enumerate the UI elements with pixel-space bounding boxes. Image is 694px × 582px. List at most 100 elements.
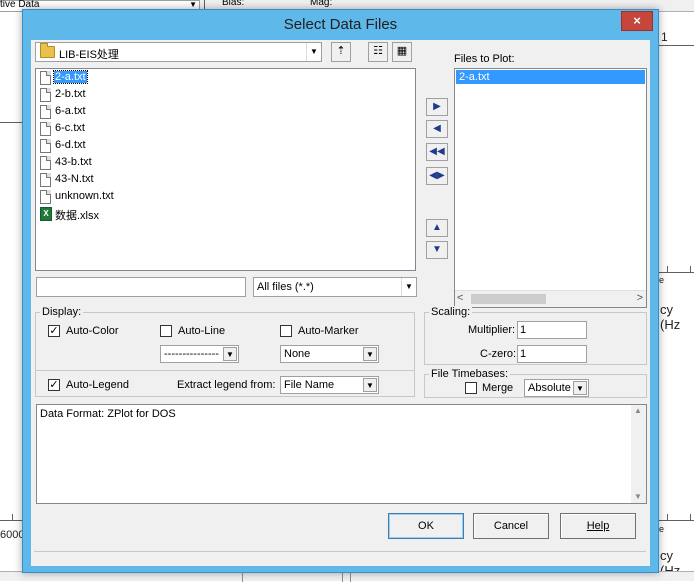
plot-tick [690,266,691,272]
arrow-right-icon: ▶ [433,101,441,112]
file-item[interactable]: 43-N.txt [38,172,158,188]
auto-legend-checkbox[interactable]: ✓ [48,379,60,391]
file-name: 43-b.txt [55,156,92,168]
remove-all-button[interactable]: ◀◀ [426,143,448,161]
folder-name: LIB-EIS处理 [59,49,119,61]
details-view-button[interactable]: ▦ [392,42,412,62]
file-name: unknown.txt [55,190,114,202]
scaling-group: Scaling: Multiplier: 1 C-zero: 1 [424,306,647,365]
extract-legend-label: Extract legend from: [177,379,276,391]
file-timebases-group: File Timebases: Merge Absolute ▼ [424,368,647,398]
auto-line-checkbox[interactable] [160,325,172,337]
file-item[interactable]: 2-a.txt [38,70,158,86]
text-file-icon [40,173,51,187]
dialog-title: Select Data Files [283,16,398,33]
file-item[interactable]: 6-a.txt [38,104,158,120]
plot-file-item[interactable]: 2-a.txt [456,70,645,84]
file-item[interactable]: 43-b.txt [38,155,158,171]
auto-color-checkbox[interactable]: ✓ [48,325,60,337]
scroll-up-icon[interactable]: ▲ [634,406,642,415]
chevron-down-icon: ▼ [189,0,197,9]
chevron-down-icon: ▼ [306,43,321,61]
excel-file-icon: X [40,207,52,221]
add-file-button[interactable]: ▶ [426,98,448,116]
text-file-icon [40,156,51,170]
extract-legend-combo[interactable]: File Name ▼ [280,376,379,394]
multiplier-input[interactable]: 1 [517,321,587,339]
double-arrow-left-icon: ◀◀ [429,146,445,157]
merge-checkbox[interactable] [465,382,477,394]
timebase-mode-combo[interactable]: Absolute ▼ [524,379,589,397]
text-file-icon [40,71,51,85]
file-item[interactable]: 2-b.txt [38,87,158,103]
display-group: Display: ✓ Auto-Color Auto-Line Auto-Mar… [35,306,415,397]
file-list[interactable]: 2-a.txt 2-b.txt 6-a.txt 6-c.txt 6-d.txt … [35,68,416,271]
plot-tick [12,514,13,520]
file-item[interactable]: unknown.txt [38,189,158,205]
file-item[interactable]: X 数据.xlsx [38,206,158,222]
plot-tick [667,266,668,272]
marker-combo[interactable]: None ▼ [280,345,379,363]
swap-arrows-icon: ◀▶ [429,170,445,181]
remove-file-button[interactable]: ◀ [426,120,448,138]
move-up-button[interactable]: ▲ [426,219,448,237]
extract-legend-value: File Name [284,379,335,391]
background-number: 1 [661,30,668,44]
cancel-button[interactable]: Cancel [473,513,549,539]
ok-button[interactable]: OK [388,513,464,539]
list-view-icon: ☷ [373,45,383,57]
file-timebases-label: File Timebases: [429,368,511,380]
swap-button[interactable]: ◀▶ [426,167,448,185]
auto-marker-checkbox[interactable] [280,325,292,337]
axis-tick-label: e [659,275,665,285]
merge-label: Merge [482,382,514,394]
plot-tick [690,514,691,520]
up-folder-button[interactable]: ⇡ [331,42,351,62]
scroll-down-icon[interactable]: ▼ [634,492,642,501]
line-style-combo[interactable]: --------------- ▼ [160,345,239,363]
close-button[interactable]: × [621,11,653,31]
close-icon: × [633,13,641,28]
text-file-icon [40,105,51,119]
plot-axis-line [0,122,22,123]
list-view-button[interactable]: ☷ [368,42,388,62]
dialog-client-area: LIB-EIS处理 ▼ ⇡ ☷ ▦ 2-a.txt 2-b.txt 6-a.tx… [31,40,650,566]
scroll-left-icon[interactable]: < [457,292,463,304]
folder-icon [40,43,55,58]
plot-tick [667,514,668,520]
select-data-files-dialog: Select Data Files × LIB-EIS处理 ▼ ⇡ ☷ ▦ 2-… [22,9,659,573]
display-divider [36,370,414,371]
file-name: 数据.xlsx [55,210,99,222]
axis-tick-label: 6000 [0,529,25,541]
scroll-right-icon[interactable]: > [637,292,643,304]
file-type-filter[interactable]: All files (*.*) ▼ [253,277,417,297]
horizontal-scrollbar[interactable]: < > [455,290,646,307]
help-button[interactable]: Help [560,513,636,539]
plot-axis-line [659,45,694,46]
file-name-input[interactable] [36,277,246,297]
chevron-down-icon: ▼ [401,278,416,296]
plot-axis-line [659,520,694,521]
file-item[interactable]: 6-c.txt [38,121,158,137]
c-zero-input[interactable]: 1 [517,345,587,363]
folder-combo[interactable]: LIB-EIS处理 ▼ [35,42,322,62]
file-name: 6-d.txt [55,139,86,151]
chevron-down-icon: ▼ [363,347,377,361]
text-file-icon [40,139,51,153]
arrow-left-icon: ◀ [433,123,441,134]
multiplier-value: 1 [520,324,527,336]
files-to-plot-list[interactable]: 2-a.txt < > [454,68,647,308]
chevron-down-icon: ▼ [573,381,587,395]
c-zero-label: C-zero: [480,348,517,360]
multiplier-label: Multiplier: [468,324,516,336]
auto-legend-label: Auto-Legend [66,379,129,391]
axis-tick-label: e [659,524,665,534]
c-zero-value: 1 [520,348,527,360]
file-item[interactable]: 6-d.txt [38,138,158,154]
marker-value: None [284,348,311,360]
scroll-thumb[interactable] [471,294,546,304]
auto-marker-label: Auto-Marker [298,325,359,337]
move-down-button[interactable]: ▼ [426,241,448,259]
vertical-scrollbar[interactable]: ▲ ▼ [631,405,646,503]
arrow-down-icon: ▼ [432,244,442,255]
